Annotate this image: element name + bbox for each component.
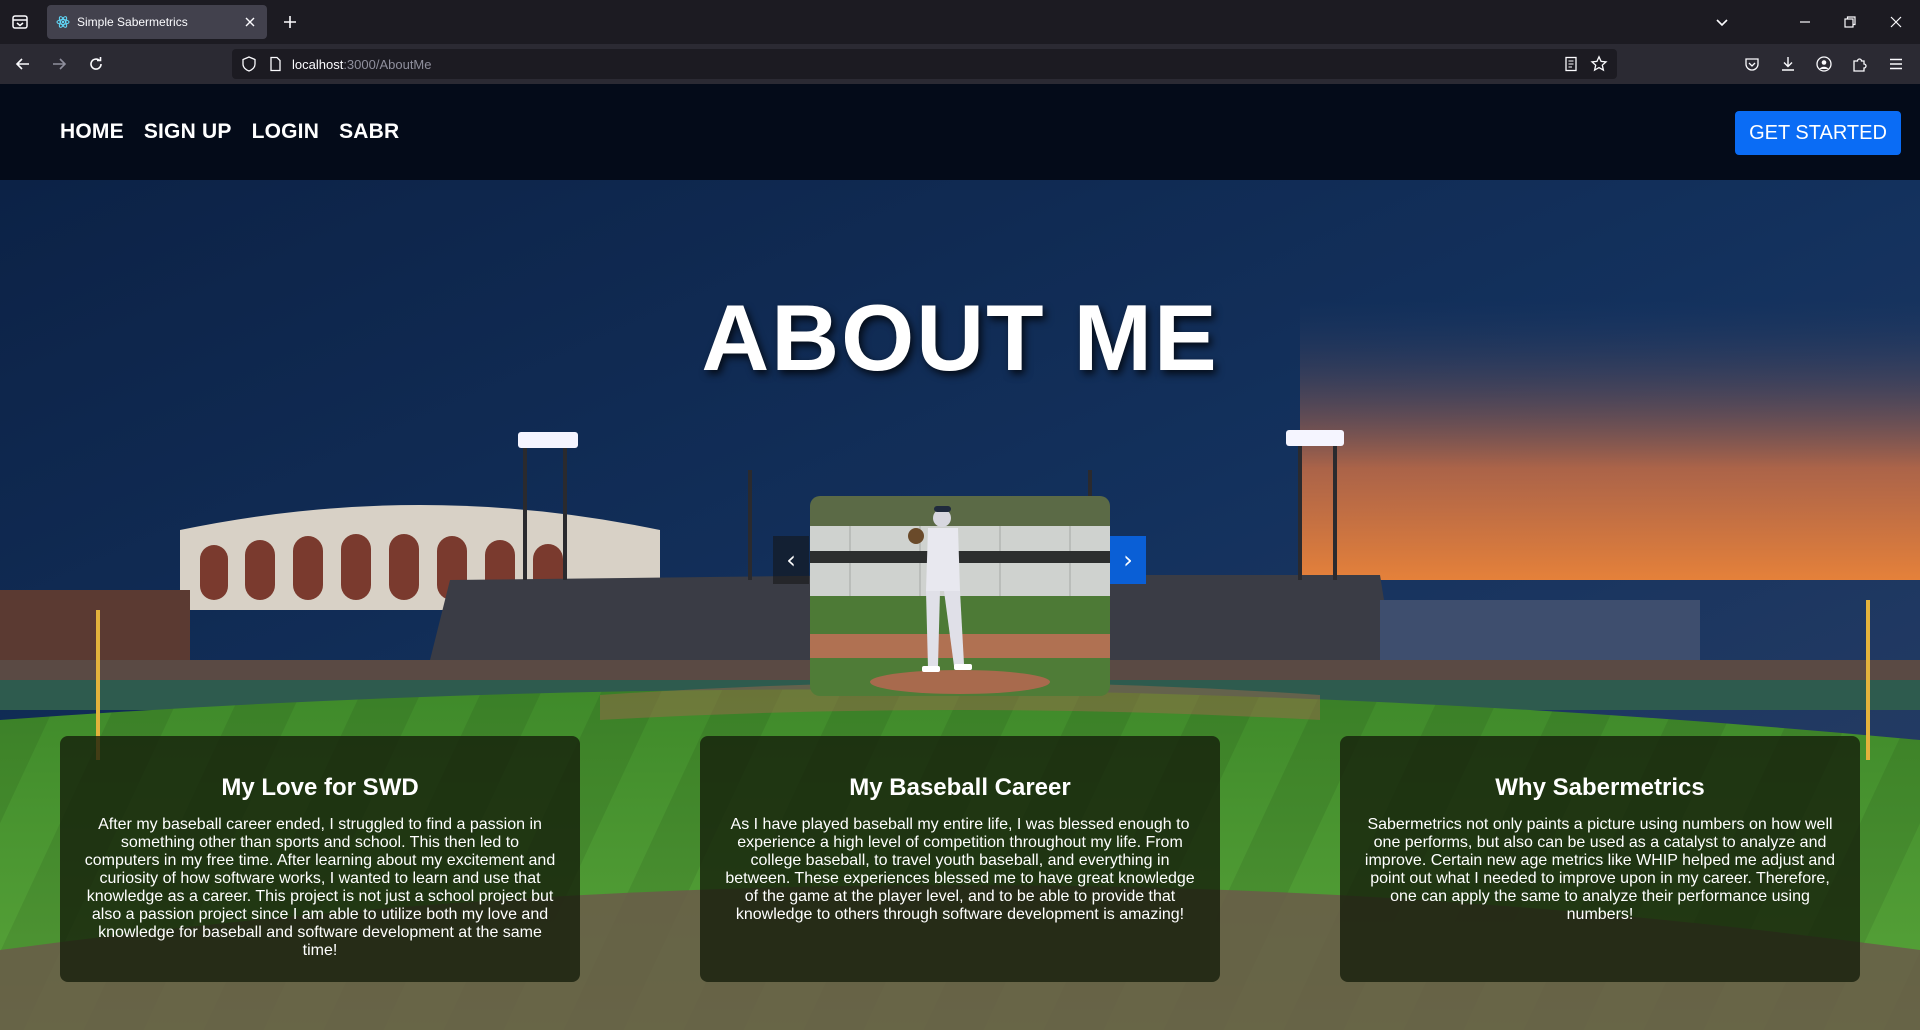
url-text: localhost:3000/AboutMe	[292, 57, 432, 72]
card-body: After my baseball career ended, I strugg…	[84, 816, 556, 959]
tab-title: Simple Sabermetrics	[77, 15, 188, 29]
nav-signup-link[interactable]: SIGN UP	[144, 120, 232, 144]
forward-arrow-icon[interactable]	[49, 54, 69, 74]
tab-list-icon[interactable]	[10, 12, 30, 32]
downloads-icon[interactable]	[1779, 55, 1797, 73]
browser-tab-bar: Simple Sabermetrics	[0, 0, 1920, 44]
page-title: ABOUT ME	[701, 285, 1219, 390]
address-bar[interactable]: localhost:3000/AboutMe	[232, 49, 1617, 79]
reload-icon[interactable]	[86, 54, 106, 74]
nav-login-link[interactable]: LOGIN	[252, 120, 320, 144]
pocket-icon[interactable]	[1743, 55, 1761, 73]
card-title: Why Sabermetrics	[1495, 774, 1705, 801]
reader-view-icon[interactable]	[1562, 55, 1580, 73]
shield-icon[interactable]	[240, 55, 258, 73]
carousel-next-button[interactable]: ›	[1110, 536, 1146, 584]
bookmark-star-icon[interactable]	[1590, 55, 1608, 73]
list-all-tabs-chevron-icon[interactable]	[1712, 12, 1732, 32]
url-host: localhost	[292, 57, 344, 72]
card-body: As I have played baseball my entire life…	[725, 816, 1195, 923]
browser-tab-active[interactable]: Simple Sabermetrics	[47, 5, 267, 39]
close-window-icon[interactable]	[1886, 12, 1906, 32]
carousel-image	[810, 496, 1110, 696]
nav-home-link[interactable]: HOME	[60, 120, 124, 144]
card-baseball-career: My Baseball Career As I have played base…	[700, 736, 1220, 982]
nav-sabr-link[interactable]: SABR	[339, 120, 399, 144]
minimize-icon[interactable]	[1795, 12, 1815, 32]
back-arrow-icon[interactable]	[13, 54, 33, 74]
card-why-sabermetrics: Why Sabermetrics Sabermetrics not only p…	[1340, 736, 1860, 982]
extensions-icon[interactable]	[1851, 55, 1869, 73]
close-tab-icon[interactable]	[241, 13, 259, 31]
card-body: Sabermetrics not only paints a picture u…	[1364, 816, 1836, 923]
account-icon[interactable]	[1815, 55, 1833, 73]
browser-toolbar: localhost:3000/AboutMe	[0, 44, 1920, 84]
site-header: HOME SIGN UP LOGIN SABR GET STARTED	[0, 84, 1920, 180]
site-nav: HOME SIGN UP LOGIN SABR	[60, 120, 399, 144]
restore-icon[interactable]	[1840, 12, 1860, 32]
react-favicon-icon	[56, 15, 70, 29]
card-love-for-swd: My Love for SWD After my baseball career…	[60, 736, 580, 982]
carousel-prev-button[interactable]: ‹	[773, 536, 809, 584]
card-title: My Baseball Career	[849, 774, 1071, 801]
card-title: My Love for SWD	[221, 774, 419, 801]
menu-hamburger-icon[interactable]	[1887, 55, 1905, 73]
url-path: :3000/AboutMe	[343, 57, 432, 72]
new-tab-icon[interactable]	[280, 12, 300, 32]
page-info-icon[interactable]	[266, 55, 284, 73]
get-started-button[interactable]: GET STARTED	[1735, 111, 1901, 155]
page-viewport: HOME SIGN UP LOGIN SABR GET STARTED ABOU…	[0, 84, 1920, 1030]
